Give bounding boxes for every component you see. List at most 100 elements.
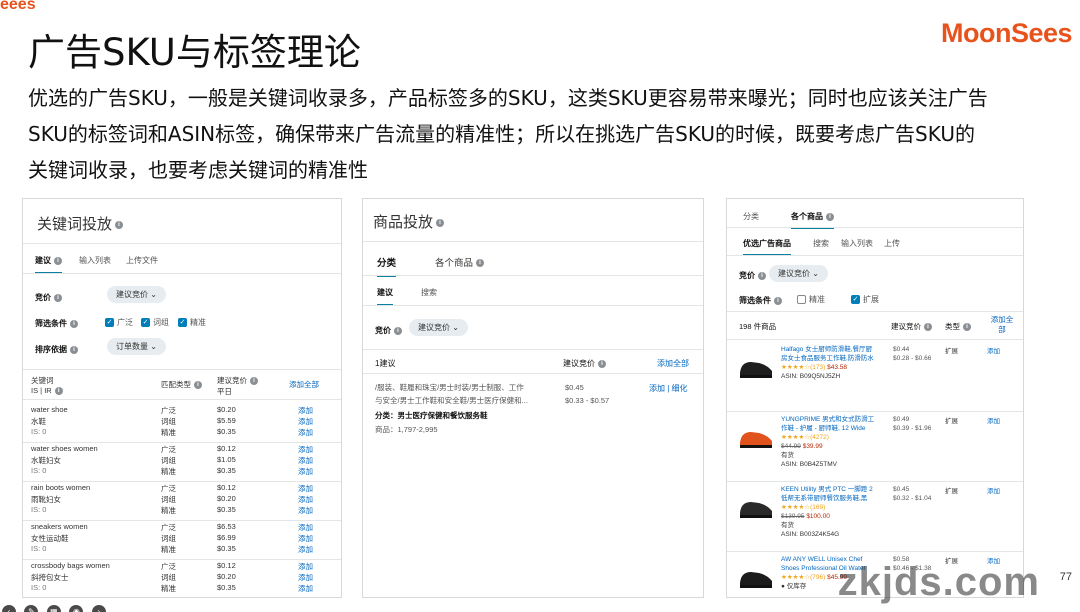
tab-suggested[interactable]: 建议 i (35, 255, 62, 274)
bid-dropdown[interactable]: 建议竞价 ⌄ (769, 265, 828, 282)
suggested-bid: $0.35 (217, 505, 236, 514)
product-type: 扩展 (945, 418, 958, 425)
add-button[interactable]: 添加 (298, 561, 313, 572)
zoom-icon[interactable]: ◉ (69, 605, 84, 612)
add-button[interactable]: 添加 (298, 466, 313, 477)
suggested-bid: $0.12 (217, 444, 236, 453)
tab-category[interactable]: 分类 (377, 255, 397, 277)
add-all-link[interactable]: 添加全部 (289, 379, 319, 390)
table-row: sneakers women 女性运动鞋 IS: 0 广泛 $6.53 添加 词组 $6.99… (31, 522, 331, 559)
panel-title: 关键词投放 i (37, 213, 124, 234)
keyword-translation: 女性运动鞋 (31, 534, 69, 543)
keyword-is: IS: 0 (31, 427, 47, 436)
row-divider (727, 481, 1023, 482)
info-icon: i (476, 259, 485, 268)
info-icon: i (54, 387, 63, 396)
match-type: 广泛 (161, 562, 176, 571)
add-button[interactable]: 添加 (298, 533, 313, 544)
add-button[interactable]: 添加 (298, 405, 313, 416)
subtab-upload[interactable]: 上传 (884, 238, 900, 249)
suggested-bid: $0.12 (217, 561, 236, 570)
filter-exact-checkbox[interactable]: ✓ 精准 (178, 317, 206, 328)
tab-individual-products[interactable]: 各个商品 i (435, 255, 485, 269)
category-goods: 商品：1,797-2,995 (375, 425, 438, 434)
info-icon: i (250, 377, 258, 386)
subtab-search[interactable]: 搜索 (813, 238, 829, 249)
bid-dropdown[interactable]: 建议竞价 ⌄ (107, 286, 166, 303)
keyword-translation: 水鞋妇女 (31, 456, 61, 465)
tab-upload-file[interactable]: 上传文件 (126, 255, 158, 266)
keyword-translation: 雨靴妇女 (31, 495, 61, 504)
corner-logo: eees (0, 0, 36, 13)
suggested-bid: $0.20 (217, 572, 236, 581)
category-actions: 添加 | 细化 (649, 384, 688, 393)
keyword-text: sneakers women (31, 522, 88, 531)
subtab-input-list[interactable]: 输入列表 (841, 238, 873, 249)
sort-dropdown[interactable]: 订单数量 ⌄ (107, 338, 166, 355)
refine-button[interactable]: 细化 (672, 384, 688, 393)
add-all-link[interactable]: 添加全部 (657, 358, 689, 369)
product-title-line[interactable]: KEEN Utility 男式 PTC 一脚蹬 2 (781, 485, 889, 494)
product-image[interactable] (737, 493, 775, 521)
slides-grid-icon[interactable]: ▦ (46, 605, 61, 612)
bid-dropdown[interactable]: 建议竞价 ⌄ (409, 319, 468, 336)
add-button[interactable]: 添加 (298, 444, 313, 455)
info-icon: i (54, 256, 62, 265)
info-icon: i (774, 296, 782, 305)
add-all-link[interactable]: 添加全部 (988, 315, 1016, 335)
tab-input-list[interactable]: 输入列表 (79, 255, 111, 266)
add-button[interactable]: 添加 (649, 384, 665, 393)
info-icon: i (758, 271, 766, 280)
product-title-line[interactable]: 作鞋 - 护履 - 厨师鞋, 12 Wide (781, 424, 889, 433)
add-button[interactable]: 添加 (298, 522, 313, 533)
add-button[interactable]: 添加 (298, 416, 313, 427)
keyword-text: water shoe (31, 405, 68, 414)
subtab-featured[interactable]: 优选广告商品 (743, 238, 791, 256)
keyword-translation: 水鞋 (31, 417, 46, 426)
match-type: 广泛 (161, 445, 176, 454)
filter-exact-checkbox[interactable]: 精准 (797, 294, 825, 305)
rating-stars: ★★★★☆(4272) (781, 434, 829, 441)
product-image[interactable] (737, 423, 775, 451)
product-title-line[interactable]: Halfago 女士厨师防滑鞋,餐厅厨 (781, 345, 889, 354)
product-title-line[interactable]: 低帮无系带厨师餐饮服务鞋,黑 (781, 494, 889, 503)
product-title-line[interactable]: YUNGPRIME 男式和女式防滑工 (781, 415, 889, 424)
filter-phrase-checkbox[interactable]: ✓ 词组 (141, 317, 169, 328)
product-title-line[interactable]: 房女士食品服务工作鞋,防滑防水 (781, 354, 889, 363)
keyword-text: rain boots women (31, 483, 91, 492)
shoe-icon (740, 502, 772, 518)
subtab-search[interactable]: 搜索 (421, 287, 437, 298)
table-row: water shoes women 水鞋妇女 IS: 0 广泛 $0.12 添加 词组 $1.… (31, 444, 331, 481)
add-button[interactable]: 添加 (298, 455, 313, 466)
add-button[interactable]: 添加 (298, 583, 313, 594)
add-button[interactable]: 添加 (987, 415, 1000, 425)
filter-expanded-checkbox[interactable]: ✓ 扩展 (851, 294, 879, 305)
add-button[interactable]: 添加 (298, 505, 313, 516)
add-button[interactable]: 添加 (987, 345, 1000, 355)
suggested-bid: $0.35 (217, 466, 236, 475)
match-type: 广泛 (161, 406, 176, 415)
previous-slide-icon[interactable]: ‹ (2, 605, 16, 612)
subtab-suggested[interactable]: 建议 (377, 287, 393, 306)
filter-broad-checkbox[interactable]: ✓ 广泛 (105, 317, 133, 328)
product-price: $39.99 (802, 443, 823, 450)
add-button[interactable]: 添加 (298, 494, 313, 505)
tab-category[interactable]: 分类 (743, 211, 759, 222)
add-button[interactable]: 添加 (298, 483, 313, 494)
product-image[interactable] (737, 563, 775, 591)
add-button[interactable]: 添加 (987, 485, 1000, 495)
next-slide-icon[interactable]: › (91, 605, 106, 612)
match-type: 广泛 (161, 523, 176, 532)
match-type: 词组 (161, 495, 176, 504)
row-divider (23, 481, 341, 482)
match-type: 精准 (161, 428, 176, 437)
product-image[interactable] (737, 353, 775, 381)
rating-price-line: ★★★★☆(4272) (781, 433, 889, 442)
pen-icon[interactable]: ✎ (24, 605, 39, 612)
add-button[interactable]: 添加 (298, 427, 313, 438)
suggested-bid: $5.59 (217, 416, 236, 425)
match-type: 词组 (161, 534, 176, 543)
add-button[interactable]: 添加 (298, 572, 313, 583)
info-icon: i (598, 359, 606, 368)
add-button[interactable]: 添加 (298, 544, 313, 555)
